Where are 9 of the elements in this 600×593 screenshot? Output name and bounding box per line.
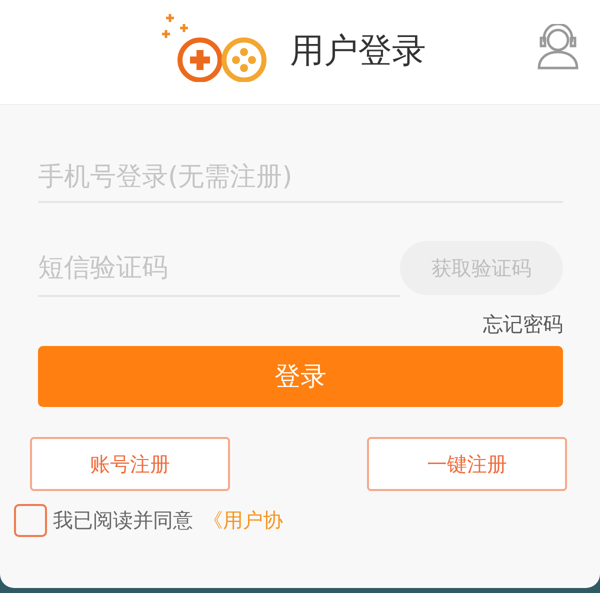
forgot-password-link[interactable]: 忘记密码 bbox=[483, 311, 563, 338]
agreement-text: 我已阅读并同意 bbox=[53, 507, 193, 534]
login-button[interactable]: 登录 bbox=[38, 346, 563, 407]
agreement-checkbox[interactable] bbox=[14, 504, 47, 537]
register-button[interactable]: 一键注册 bbox=[367, 437, 567, 491]
customer-service-icon[interactable] bbox=[536, 24, 580, 70]
page-title: 用户登录 bbox=[290, 30, 426, 73]
register-button[interactable]: 账号注册 bbox=[30, 437, 230, 491]
user-agreement-link[interactable]: 《用户协 bbox=[203, 507, 283, 534]
